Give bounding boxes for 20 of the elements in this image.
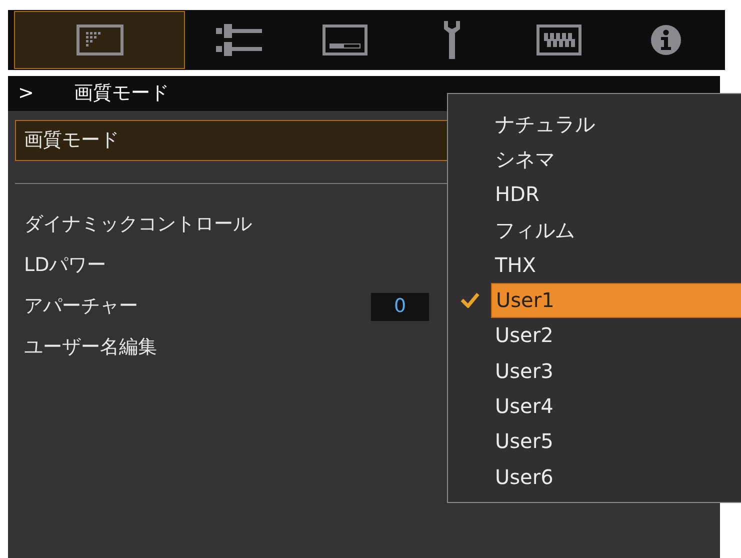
sliders-icon bbox=[216, 22, 262, 58]
breadcrumb-title: 画質モード bbox=[74, 81, 169, 106]
menu-item-label: アパーチャー bbox=[24, 294, 139, 320]
dropdown-option[interactable]: User3 bbox=[491, 353, 741, 388]
dropdown-option[interactable]: HDR bbox=[491, 176, 741, 212]
menu-tab[interactable] bbox=[14, 11, 186, 69]
info-icon bbox=[650, 24, 682, 56]
value-display: 0 bbox=[371, 292, 429, 320]
dropdown-option[interactable]: フィルム bbox=[491, 212, 741, 248]
dropdown-option[interactable]: User5 bbox=[491, 424, 741, 459]
dropdown-option[interactable]: User4 bbox=[491, 388, 741, 424]
menu-item-label: 画質モード bbox=[24, 128, 120, 154]
dropdown-option[interactable]: User6 bbox=[491, 459, 741, 494]
dropdown-option[interactable]: User1 bbox=[491, 282, 741, 318]
grid-panel-icon bbox=[536, 24, 582, 56]
picture-icon bbox=[76, 24, 124, 56]
display-icon bbox=[322, 24, 368, 56]
dropdown-option[interactable]: User2 bbox=[491, 318, 741, 353]
breadcrumb-marker: > bbox=[18, 81, 35, 106]
dropdown-option[interactable]: THX bbox=[491, 247, 741, 282]
